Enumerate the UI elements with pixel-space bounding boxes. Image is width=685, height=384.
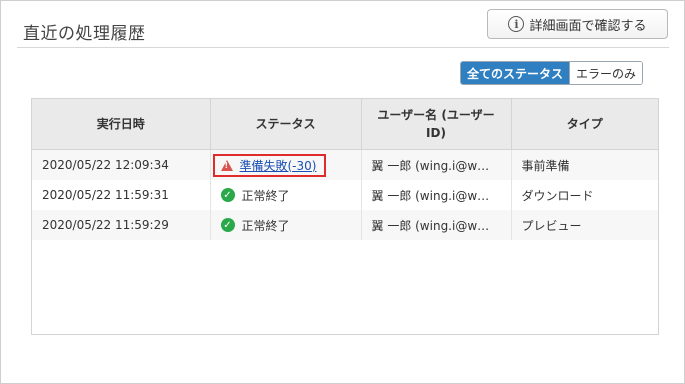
warning-icon bbox=[220, 159, 233, 171]
processing-history-panel: 直近の処理履歴 i 詳細画面で確認する 全てのステータス エラーのみ 実行日時 … bbox=[0, 0, 685, 384]
column-header-user[interactable]: ユーザー名 (ユーザーID) bbox=[361, 99, 512, 150]
check-circle-icon: ✓ bbox=[220, 218, 235, 232]
cell-user: 翼 一郎 (wing.i@w… bbox=[361, 210, 512, 240]
history-table-container: 実行日時 ステータス ユーザー名 (ユーザーID) タイプ 2020/05/22… bbox=[31, 98, 659, 335]
check-circle-icon: ✓ bbox=[220, 188, 235, 202]
info-icon: i bbox=[508, 16, 525, 32]
cell-status: ✓ 正常終了 bbox=[210, 210, 362, 240]
table-row[interactable]: 2020/05/22 11:59:31 ✓ 正常終了 翼 一郎 (wing.i@… bbox=[32, 180, 658, 210]
view-details-label: 詳細画面で確認する bbox=[529, 18, 647, 34]
error-status-highlight: 準備失敗(-30) bbox=[212, 153, 327, 177]
cell-user: 翼 一郎 (wing.i@w… bbox=[361, 180, 512, 210]
cell-status: ✓ 正常終了 bbox=[210, 180, 362, 210]
error-status-link[interactable]: 準備失敗(-30) bbox=[240, 157, 317, 174]
cell-datetime: 2020/05/22 11:59:31 bbox=[32, 180, 211, 210]
filter-all-statuses-button[interactable]: 全てのステータス bbox=[461, 62, 570, 84]
cell-datetime: 2020/05/22 11:59:29 bbox=[32, 210, 211, 240]
view-details-button[interactable]: i 詳細画面で確認する bbox=[487, 9, 668, 39]
cell-type: プレビュー bbox=[511, 210, 658, 240]
table-row[interactable]: 2020/05/22 11:59:29 ✓ 正常終了 翼 一郎 (wing.i@… bbox=[32, 210, 658, 240]
cell-status: 準備失敗(-30) bbox=[210, 149, 362, 180]
column-header-type[interactable]: タイプ bbox=[511, 99, 658, 150]
history-table: 実行日時 ステータス ユーザー名 (ユーザーID) タイプ 2020/05/22… bbox=[32, 99, 658, 240]
column-header-datetime[interactable]: 実行日時 bbox=[32, 99, 211, 150]
cell-type: ダウンロード bbox=[511, 180, 658, 210]
column-header-status[interactable]: ステータス bbox=[210, 99, 362, 150]
page-title: 直近の処理履歴 bbox=[23, 24, 146, 44]
cell-user: 翼 一郎 (wing.i@w… bbox=[361, 149, 512, 180]
filter-errors-only-button[interactable]: エラーのみ bbox=[569, 62, 643, 84]
table-header-row: 実行日時 ステータス ユーザー名 (ユーザーID) タイプ bbox=[32, 99, 658, 150]
status-text: 正常終了 bbox=[241, 218, 290, 233]
cell-datetime: 2020/05/22 12:09:34 bbox=[32, 149, 211, 180]
cell-type: 事前準備 bbox=[511, 149, 658, 180]
table-row[interactable]: 2020/05/22 12:09:34 準備失敗(-30) 翼 一郎 (wing… bbox=[32, 149, 658, 180]
status-text: 正常終了 bbox=[241, 188, 290, 203]
title-divider bbox=[17, 47, 669, 48]
status-filter-toggle: 全てのステータス エラーのみ bbox=[460, 61, 644, 85]
